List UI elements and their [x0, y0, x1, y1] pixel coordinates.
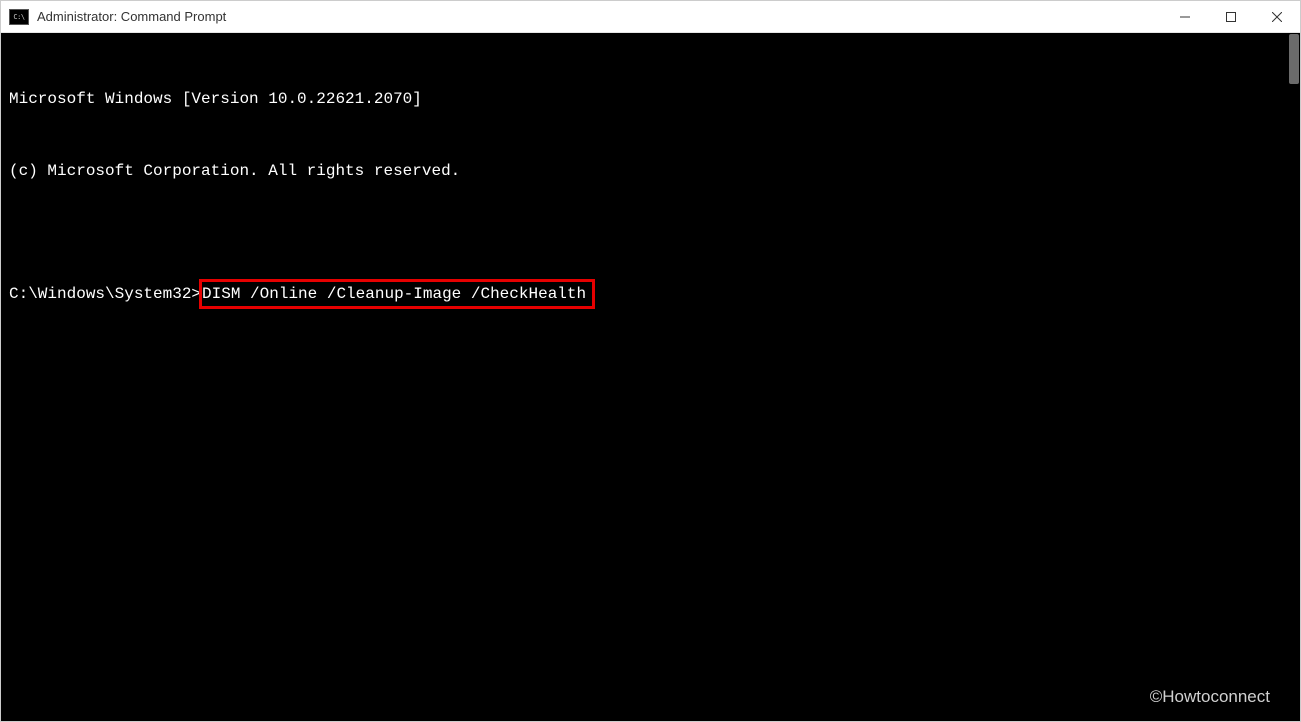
terminal-output[interactable]: Microsoft Windows [Version 10.0.22621.20…: [1, 33, 1300, 721]
version-line: Microsoft Windows [Version 10.0.22621.20…: [9, 87, 1292, 111]
close-icon: [1272, 12, 1282, 22]
prompt-line: C:\Windows\System32>DISM /Online /Cleanu…: [9, 279, 1292, 309]
minimize-icon: [1180, 12, 1190, 22]
maximize-button[interactable]: [1208, 1, 1254, 32]
maximize-icon: [1226, 12, 1236, 22]
window-controls: [1162, 1, 1300, 32]
copyright-line: (c) Microsoft Corporation. All rights re…: [9, 159, 1292, 183]
command-highlight: DISM /Online /Cleanup-Image /CheckHealth: [199, 279, 595, 309]
vertical-scrollbar[interactable]: [1289, 34, 1299, 84]
window-title: Administrator: Command Prompt: [37, 9, 1162, 24]
watermark-text: ©Howtoconnect: [1150, 684, 1270, 710]
command-prompt-window: C:\ Administrator: Command Prompt Micros…: [0, 0, 1301, 722]
titlebar[interactable]: C:\ Administrator: Command Prompt: [1, 1, 1300, 33]
prompt-path: C:\Windows\System32>: [9, 282, 201, 306]
minimize-button[interactable]: [1162, 1, 1208, 32]
cmd-icon: C:\: [9, 9, 29, 25]
close-button[interactable]: [1254, 1, 1300, 32]
command-text: DISM /Online /Cleanup-Image /CheckHealth: [202, 285, 586, 303]
